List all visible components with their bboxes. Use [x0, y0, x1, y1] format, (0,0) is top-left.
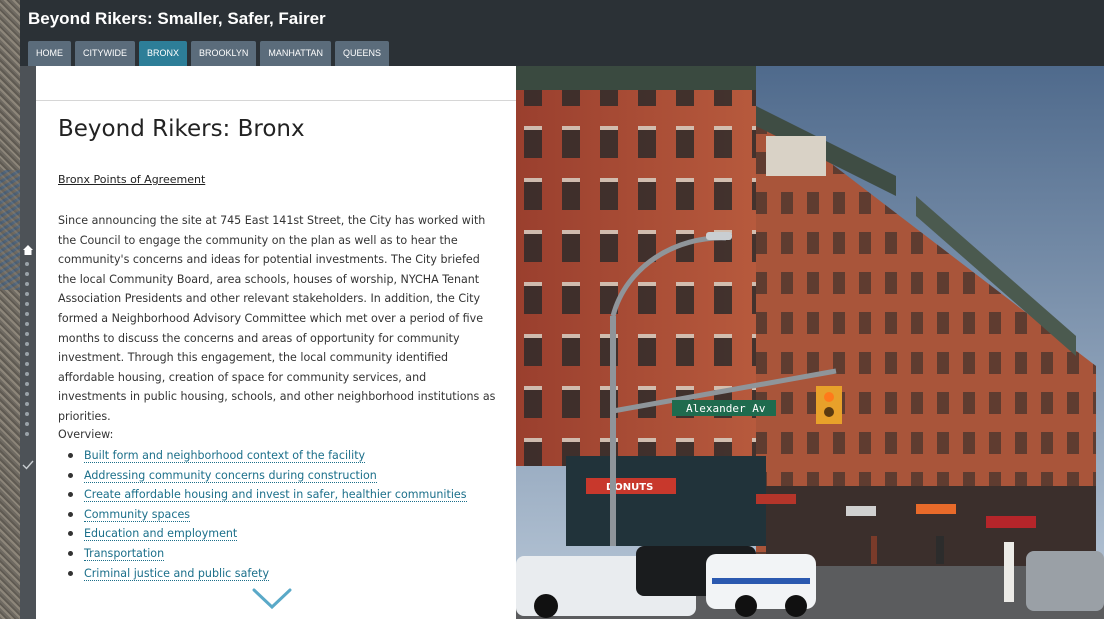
bronx-points-link[interactable]: Bronx Points of Agreement — [58, 173, 205, 186]
tab-manhattan[interactable]: MANHATTAN — [260, 41, 332, 66]
section-nav-dot[interactable] — [25, 312, 29, 316]
section-nav-dot[interactable] — [25, 342, 29, 346]
check-icon[interactable] — [21, 458, 35, 472]
section-nav-dot[interactable] — [25, 262, 29, 266]
tab-queens[interactable]: QUEENS — [335, 41, 390, 66]
section-nav-dot[interactable] — [25, 272, 29, 276]
section-nav-dot[interactable] — [25, 412, 29, 416]
list-item: Community spaces — [66, 505, 467, 525]
tab-home[interactable]: HOME — [28, 41, 71, 66]
section-nav-dot[interactable] — [25, 292, 29, 296]
list-item: Transportation — [66, 544, 467, 564]
list-item: Addressing community concerns during con… — [66, 466, 467, 486]
bronx-street-photo: DONUTS Alexander Av — [516, 66, 1104, 619]
list-item: Built form and neighborhood context of t… — [66, 446, 467, 466]
section-nav-dot[interactable] — [25, 432, 29, 436]
content-panel: Beyond Rikers: Bronx Bronx Points of Agr… — [36, 66, 516, 619]
app-header: Beyond Rikers: Smaller, Safer, Fairer HO… — [20, 0, 1104, 66]
app-title: Beyond Rikers: Smaller, Safer, Fairer — [28, 9, 326, 28]
left-margin-texture — [0, 0, 20, 619]
overview-link-transportation[interactable]: Transportation — [84, 546, 165, 561]
overview-link-housing[interactable]: Create affordable housing and invest in … — [84, 488, 467, 503]
section-nav-dot[interactable] — [25, 422, 29, 426]
page-title: Beyond Rikers: Bronx — [58, 116, 305, 142]
section-nav-dots — [25, 262, 31, 442]
home-icon[interactable] — [22, 244, 34, 256]
section-nav-dot[interactable] — [25, 362, 29, 366]
list-item: Create affordable housing and invest in … — [66, 485, 467, 505]
list-item: Education and employment — [66, 524, 467, 544]
intro-paragraph: Since announcing the site at 745 East 14… — [58, 214, 496, 423]
overview-list: Built form and neighborhood context of t… — [66, 446, 467, 583]
section-nav-dot[interactable] — [25, 282, 29, 286]
section-nav-dot[interactable] — [25, 332, 29, 336]
overview-link-construction[interactable]: Addressing community concerns during con… — [84, 468, 377, 483]
chevron-down-icon[interactable] — [250, 586, 294, 612]
overview-link-education[interactable]: Education and employment — [84, 527, 238, 542]
overview-link-criminal-justice[interactable]: Criminal justice and public safety — [84, 566, 270, 581]
tab-brooklyn[interactable]: BROOKLYN — [191, 41, 257, 66]
section-nav-dot[interactable] — [25, 402, 29, 406]
list-item: Criminal justice and public safety — [66, 564, 467, 584]
section-nav — [20, 66, 36, 619]
section-nav-dot[interactable] — [25, 352, 29, 356]
section-nav-dot[interactable] — [25, 382, 29, 386]
overview-label: Overview: — [58, 428, 114, 441]
street-sign: Alexander Av — [686, 402, 766, 415]
tab-bronx[interactable]: BRONX — [139, 41, 188, 66]
tab-citywide[interactable]: CITYWIDE — [75, 41, 135, 66]
section-nav-dot[interactable] — [25, 372, 29, 376]
section-nav-dot[interactable] — [25, 322, 29, 326]
section-nav-dot[interactable] — [25, 392, 29, 396]
section-nav-dot[interactable] — [25, 302, 29, 306]
overview-link-community-spaces[interactable]: Community spaces — [84, 507, 191, 522]
overview-link-built-form[interactable]: Built form and neighborhood context of t… — [84, 449, 366, 463]
tab-bar: HOME CITYWIDE BRONX BROOKLYN MANHATTAN Q… — [28, 41, 390, 66]
divider — [36, 100, 516, 101]
